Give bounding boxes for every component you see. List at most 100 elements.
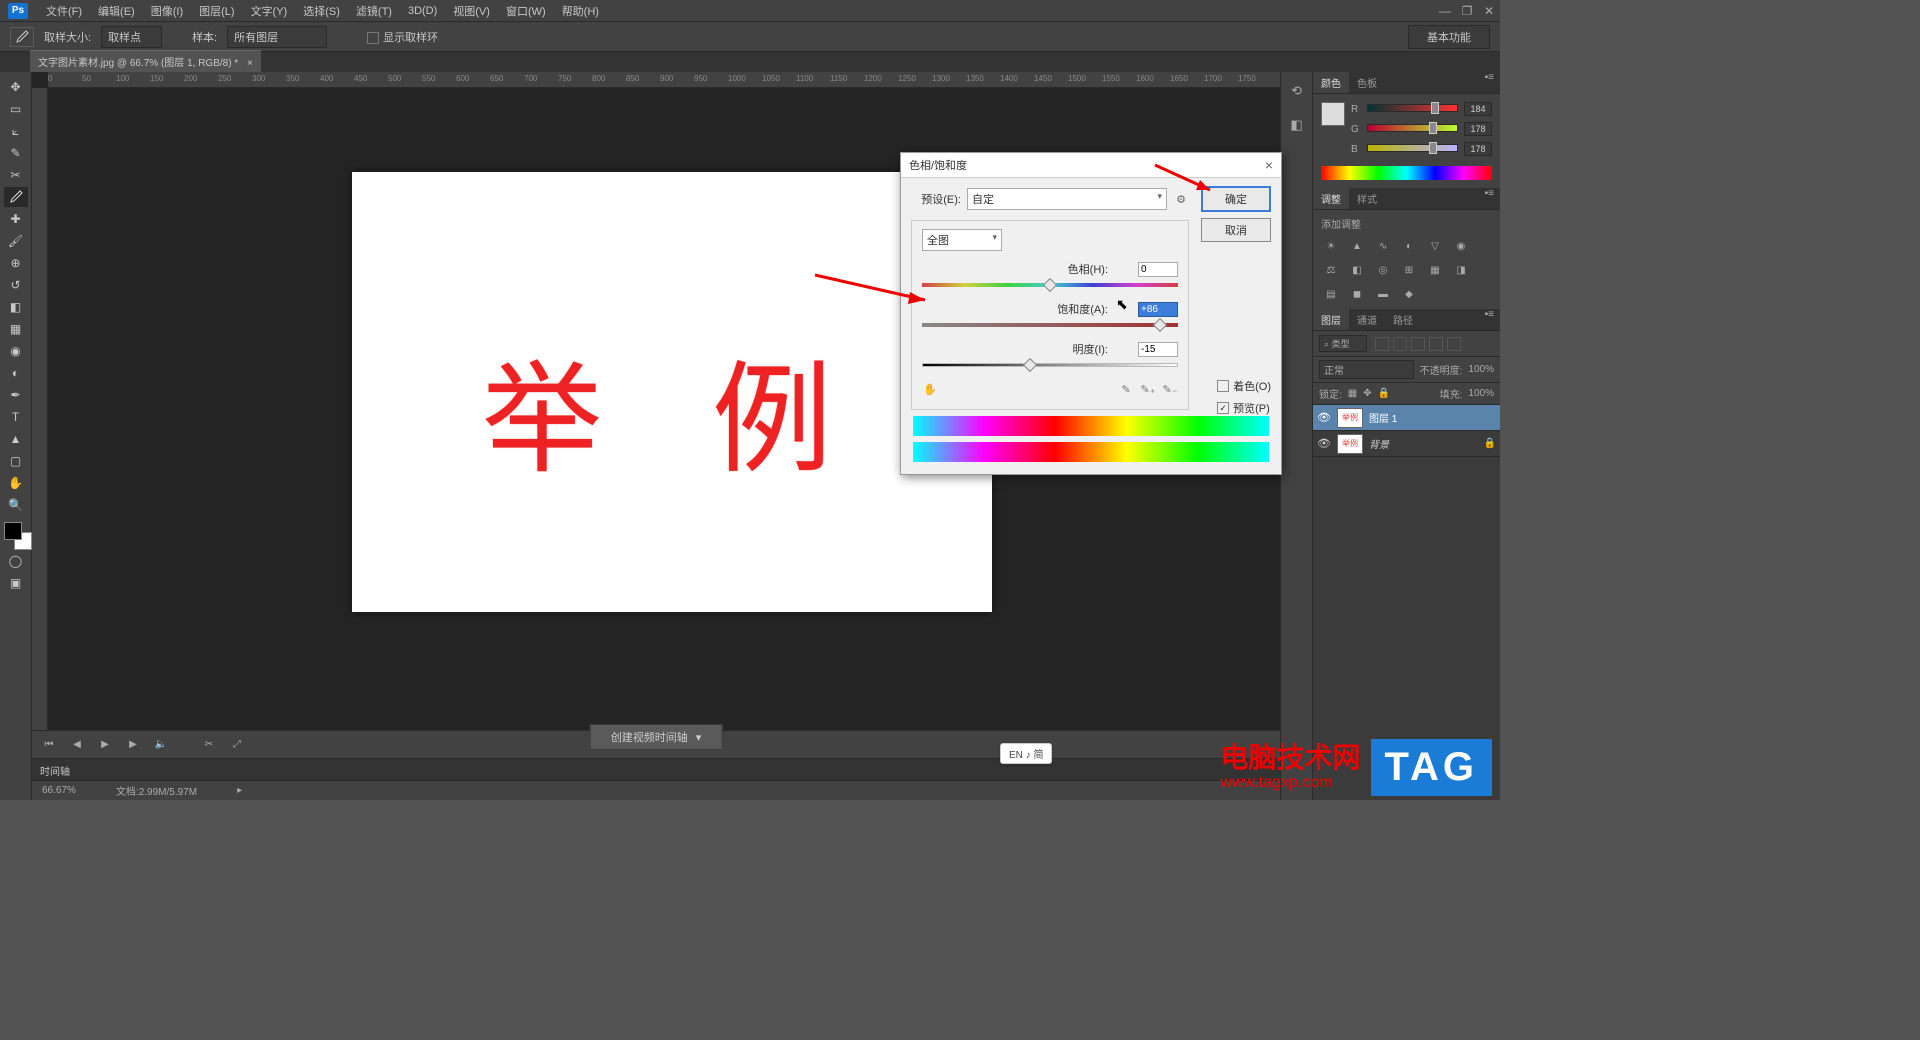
color-panel-swatch[interactable]: [1321, 102, 1345, 126]
menu-view[interactable]: 视图(V): [445, 1, 498, 21]
curves-adj-icon[interactable]: ∿: [1373, 237, 1393, 255]
layers-tab[interactable]: 图层: [1313, 309, 1349, 330]
doc-info-flyout-icon[interactable]: ▸: [237, 785, 242, 796]
gear-icon[interactable]: ⚙: [1173, 191, 1189, 207]
sample-size-dropdown[interactable]: 取样点: [101, 26, 162, 48]
preset-dropdown[interactable]: 自定: [967, 188, 1167, 210]
r-value[interactable]: 184: [1464, 102, 1492, 116]
opacity-value[interactable]: 100%: [1468, 364, 1494, 375]
panel-menu-icon[interactable]: ▪≡: [1479, 72, 1500, 93]
pen-tool-icon[interactable]: ✒: [4, 385, 28, 405]
visibility-icon[interactable]: 👁: [1317, 437, 1331, 450]
levels-adj-icon[interactable]: ▲: [1347, 237, 1367, 255]
lock-all-icon[interactable]: 🔒: [1378, 388, 1390, 399]
timeline-next-icon[interactable]: ▶: [124, 737, 142, 753]
cancel-button[interactable]: 取消: [1201, 218, 1271, 242]
dodge-tool-icon[interactable]: ◐: [4, 363, 28, 383]
channels-tab[interactable]: 通道: [1349, 309, 1385, 330]
panel-menu-icon[interactable]: ▪≡: [1479, 309, 1500, 330]
blur-tool-icon[interactable]: ◉: [4, 341, 28, 361]
hand-scrubber-icon[interactable]: ✋: [922, 381, 938, 397]
b-slider[interactable]: [1367, 144, 1458, 154]
lasso-tool-icon[interactable]: ⟀: [4, 121, 28, 141]
menu-select[interactable]: 选择(S): [295, 1, 348, 21]
adjustments-tab[interactable]: 调整: [1313, 188, 1349, 209]
timeline-first-icon[interactable]: ⏮: [40, 737, 58, 753]
posterize-adj-icon[interactable]: ▤: [1321, 285, 1341, 303]
layer-name[interactable]: 图层 1: [1369, 410, 1496, 425]
vibrance-adj-icon[interactable]: ▽: [1425, 237, 1445, 255]
visibility-icon[interactable]: 👁: [1317, 411, 1331, 424]
g-value[interactable]: 178: [1464, 122, 1492, 136]
foreground-color-swatch[interactable]: [4, 522, 22, 540]
chevron-down-icon[interactable]: ▾: [696, 731, 702, 744]
filter-smart-icon[interactable]: [1447, 337, 1461, 351]
zoom-level[interactable]: 66.67%: [42, 785, 76, 796]
photo-filter-adj-icon[interactable]: ◎: [1373, 261, 1393, 279]
ok-button[interactable]: 确定: [1201, 186, 1271, 212]
crop-tool-icon[interactable]: ✂: [4, 165, 28, 185]
lock-pixels-icon[interactable]: ▦: [1348, 388, 1357, 399]
show-ring-checkbox[interactable]: [367, 32, 379, 44]
color-swatches[interactable]: [4, 522, 32, 550]
marquee-tool-icon[interactable]: ▭: [4, 99, 28, 119]
history-brush-tool-icon[interactable]: ↺: [4, 275, 28, 295]
filter-pixel-icon[interactable]: [1375, 337, 1389, 351]
blend-mode-dropdown[interactable]: 正常: [1319, 360, 1414, 379]
close-icon[interactable]: ×: [1265, 157, 1273, 173]
menu-layer[interactable]: 图层(L): [191, 1, 242, 21]
lightness-slider[interactable]: [922, 359, 1178, 373]
brightness-adj-icon[interactable]: ☀: [1321, 237, 1341, 255]
layer-filter-dropdown[interactable]: ⌕ 类型: [1319, 335, 1367, 352]
menu-type[interactable]: 文字(Y): [243, 1, 296, 21]
stamp-tool-icon[interactable]: ⊕: [4, 253, 28, 273]
create-timeline-button[interactable]: 创建视频时间轴▾: [590, 724, 723, 750]
gradient-map-adj-icon[interactable]: ▬: [1373, 285, 1393, 303]
menu-file[interactable]: 文件(F): [38, 1, 90, 21]
window-minimize-icon[interactable]: —: [1434, 3, 1456, 19]
eyedropper-tool-icon[interactable]: [10, 27, 34, 47]
screen-mode-icon[interactable]: ▣: [4, 573, 28, 593]
layer-thumbnail[interactable]: 举例: [1337, 408, 1363, 428]
healing-brush-tool-icon[interactable]: ✚: [4, 209, 28, 229]
properties-panel-icon[interactable]: ◧: [1286, 114, 1308, 136]
selective-color-adj-icon[interactable]: ◆: [1399, 285, 1419, 303]
timeline-panel-tab[interactable]: 时间轴: [32, 758, 1280, 780]
menu-help[interactable]: 帮助(H): [554, 1, 607, 21]
menu-filter[interactable]: 滤镜(T): [348, 1, 400, 21]
quick-select-tool-icon[interactable]: ✎: [4, 143, 28, 163]
threshold-adj-icon[interactable]: ◼: [1347, 285, 1367, 303]
b-value[interactable]: 178: [1464, 142, 1492, 156]
hue-input[interactable]: [1138, 262, 1178, 277]
quick-mask-icon[interactable]: ◯: [4, 551, 28, 571]
hue-slider[interactable]: [922, 279, 1178, 293]
eyedropper-subtract-icon[interactable]: ✎₋: [1162, 381, 1178, 397]
fill-value[interactable]: 100%: [1468, 388, 1494, 399]
hand-tool-icon[interactable]: ✋: [4, 473, 28, 493]
lightness-input[interactable]: [1138, 342, 1178, 357]
color-tab[interactable]: 颜色: [1313, 72, 1349, 93]
preview-checkbox[interactable]: ✓: [1217, 402, 1229, 414]
timeline-transition-icon[interactable]: ⤢: [228, 737, 246, 753]
sample-dropdown[interactable]: 所有图层: [227, 26, 327, 48]
lookup-adj-icon[interactable]: ▦: [1425, 261, 1445, 279]
filter-type-icon[interactable]: [1411, 337, 1425, 351]
timeline-cut-icon[interactable]: ✂: [200, 737, 218, 753]
gradient-tool-icon[interactable]: ▦: [4, 319, 28, 339]
move-tool-icon[interactable]: ✥: [4, 77, 28, 97]
invert-adj-icon[interactable]: ◨: [1451, 261, 1471, 279]
eyedropper-add-icon[interactable]: ✎₊: [1140, 381, 1156, 397]
filter-adjust-icon[interactable]: [1393, 337, 1407, 351]
timeline-prev-icon[interactable]: ◀: [68, 737, 86, 753]
exposure-adj-icon[interactable]: ◐: [1399, 237, 1419, 255]
menu-window[interactable]: 窗口(W): [498, 1, 554, 21]
eyedropper-tool-icon[interactable]: [4, 187, 28, 207]
bw-adj-icon[interactable]: ◧: [1347, 261, 1367, 279]
tab-close-icon[interactable]: ×: [247, 58, 253, 69]
timeline-audio-icon[interactable]: 🔈: [152, 737, 170, 753]
menu-3d[interactable]: 3D(D): [400, 3, 445, 19]
ime-indicator[interactable]: EN ♪ 简: [1000, 743, 1052, 764]
colorize-checkbox[interactable]: [1217, 380, 1229, 392]
menu-edit[interactable]: 编辑(E): [90, 1, 143, 21]
document-canvas[interactable]: 举 例: [352, 172, 992, 612]
